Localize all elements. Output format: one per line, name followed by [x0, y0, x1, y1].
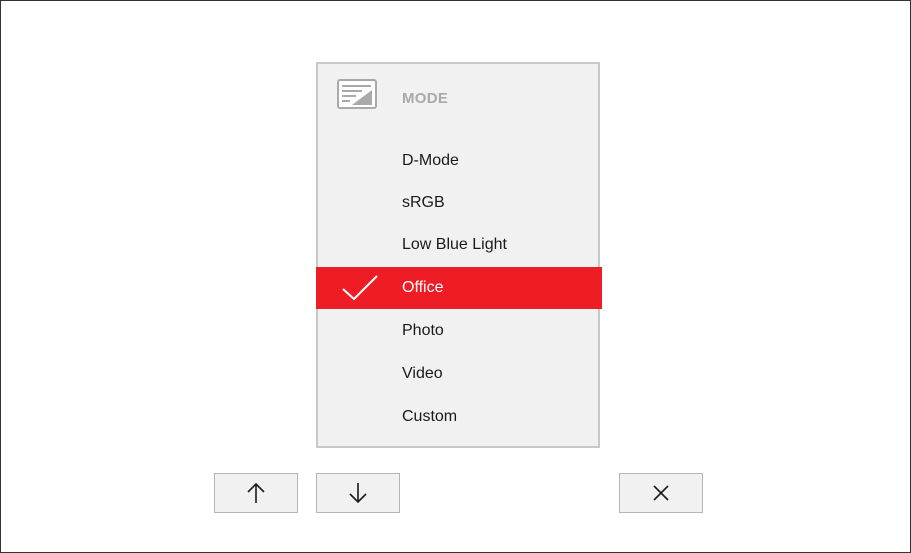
menu-item-d-mode[interactable]: D-Mode — [316, 140, 602, 182]
menu-header: MODE — [318, 64, 598, 134]
arrow-down-icon — [349, 483, 367, 504]
menu-item-srgb[interactable]: sRGB — [316, 182, 602, 224]
menu-item-label: Low Blue Light — [402, 236, 507, 253]
menu-item-label: Photo — [402, 322, 444, 339]
down-button[interactable] — [316, 473, 400, 513]
menu-item-label: sRGB — [402, 194, 445, 211]
mode-icon — [337, 79, 377, 109]
menu-item-low-blue-light[interactable]: Low Blue Light — [316, 224, 602, 266]
menu-item-custom[interactable]: Custom — [316, 396, 602, 438]
up-button[interactable] — [214, 473, 298, 513]
menu-item-label: D-Mode — [402, 152, 459, 169]
menu-item-photo[interactable]: Photo — [316, 310, 602, 352]
close-button[interactable] — [619, 473, 703, 513]
menu-item-label: Custom — [402, 408, 458, 425]
osd-frame: MODE D-Mode sRGB Low Blue Light Office P… — [0, 0, 911, 553]
menu-item-video[interactable]: Video — [316, 353, 602, 395]
arrow-up-icon — [247, 482, 265, 503]
menu-title: MODE — [402, 90, 449, 107]
mode-menu-panel: MODE D-Mode sRGB Low Blue Light Office P… — [316, 62, 602, 448]
close-icon — [653, 485, 669, 501]
checkmark-icon — [342, 275, 378, 301]
menu-item-label: Office — [402, 279, 444, 296]
menu-item-office[interactable]: Office — [316, 267, 602, 309]
menu-item-label: Video — [402, 365, 443, 382]
